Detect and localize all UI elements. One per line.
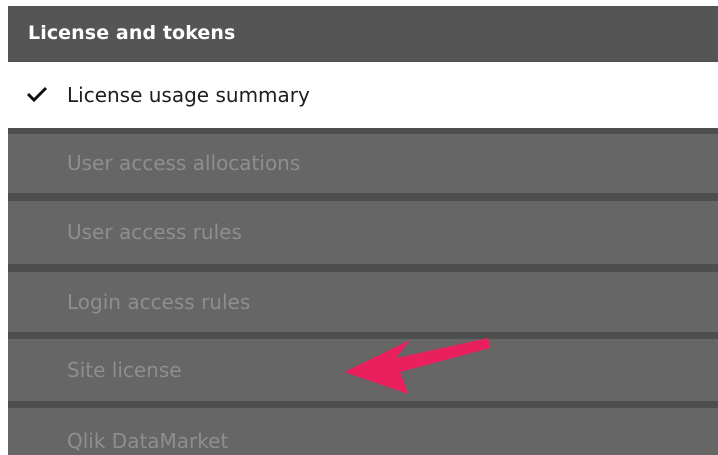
panel-title: License and tokens [8,6,718,61]
menu-item-label: Login access rules [67,290,251,314]
menu-item-login-access-rules[interactable]: Login access rules [8,272,718,332]
menu-item-user-access-rules[interactable]: User access rules [8,201,718,264]
menu-item-label: Site license [67,358,182,382]
checkmark-icon [26,86,48,103]
menu-item-user-access-allocations[interactable]: User access allocations [8,134,718,193]
menu-item-label: License usage summary [67,83,310,107]
license-and-tokens-panel: License and tokens License usage summary… [8,6,718,455]
menu-item-label: Qlik DataMarket [67,429,229,453]
menu-item-license-usage-summary[interactable]: License usage summary [8,62,718,128]
arrow-annotation-icon [344,338,490,394]
menu-item-qlik-datamarket[interactable]: Qlik DataMarket [8,408,718,455]
menu-item-label: User access allocations [67,151,301,175]
menu-item-label: User access rules [67,220,242,244]
